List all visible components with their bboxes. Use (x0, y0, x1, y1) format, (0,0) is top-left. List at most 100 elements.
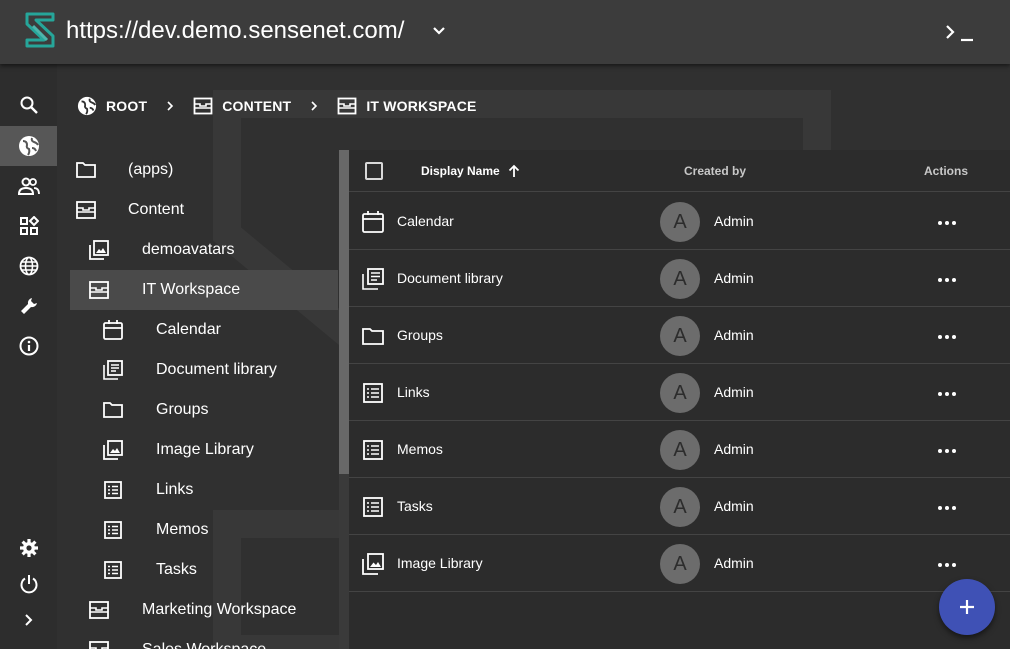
avatar[interactable]: A (660, 544, 700, 584)
rail-search[interactable] (0, 85, 57, 125)
chevron-down-icon[interactable] (430, 22, 448, 40)
column-label: Created by (684, 164, 747, 178)
table-row[interactable]: Memos A Admin (349, 421, 1010, 478)
table-row[interactable]: Links A Admin (349, 364, 1010, 421)
breadcrumb-label: ROOT (106, 98, 148, 114)
tree-scrollbar[interactable] (339, 150, 349, 649)
list-icon (104, 481, 122, 499)
language-icon (19, 256, 38, 276)
tree-item-label: Calendar (156, 321, 221, 338)
more-actions-icon[interactable] (935, 439, 959, 463)
table-row[interactable]: Groups A Admin (349, 307, 1010, 364)
more-actions-icon[interactable] (935, 268, 959, 292)
rail-content-types[interactable] (0, 206, 57, 246)
content-table: Display Name Created by Actions Calendar… (349, 150, 1010, 649)
select-all-checkbox[interactable] (365, 162, 383, 180)
info-icon (19, 336, 38, 356)
avatar[interactable]: A (660, 202, 700, 242)
rail-version-info[interactable] (0, 326, 57, 366)
tree-item[interactable]: Calendar (70, 310, 338, 350)
tree-item-label: Memos (156, 521, 209, 538)
sensenet-logo[interactable] (24, 12, 56, 48)
list-icon (363, 497, 383, 517)
workspace-icon (337, 97, 357, 115)
row-created-by: Admin (714, 270, 754, 286)
table-row[interactable]: Image Library A Admin (349, 535, 1010, 592)
avatar[interactable]: A (660, 316, 700, 356)
tree-item-label: Document library (156, 361, 277, 378)
folder-icon (103, 402, 123, 418)
tree-item[interactable]: Document library (70, 350, 338, 390)
row-display-name[interactable]: Image Library (397, 555, 483, 571)
table-row[interactable]: Calendar A Admin (349, 193, 1010, 250)
avatar[interactable]: A (660, 430, 700, 470)
workspace-icon (89, 601, 109, 619)
row-created-by: Admin (714, 441, 754, 457)
column-created-by[interactable]: Created by (684, 150, 746, 192)
row-display-name[interactable]: Document library (397, 270, 503, 286)
add-content-button[interactable] (939, 579, 995, 635)
row-display-name[interactable]: Tasks (397, 498, 433, 514)
more-actions-icon[interactable] (935, 382, 959, 406)
table-row[interactable]: Tasks A Admin (349, 478, 1010, 535)
row-display-name[interactable]: Calendar (397, 213, 454, 229)
more-actions-icon[interactable] (935, 211, 959, 235)
rail-logout[interactable] (0, 564, 57, 604)
more-actions-icon[interactable] (935, 496, 959, 520)
main-area: ROOT CONTENT IT WORKSPACE (apps) Content… (57, 64, 1010, 649)
table-header: Display Name Created by Actions (349, 150, 1010, 192)
tree-item-label: Content (128, 201, 185, 218)
document-library-icon (362, 268, 384, 290)
breadcrumb-it-workspace[interactable]: IT WORKSPACE (337, 97, 476, 115)
row-display-name[interactable]: Groups (397, 327, 443, 343)
tree-item[interactable]: Tasks (70, 550, 338, 590)
tree-item[interactable]: Marketing Workspace (70, 590, 338, 630)
row-display-name[interactable]: Links (397, 384, 430, 400)
tree-item-label: Links (156, 481, 194, 498)
rail-users[interactable] (0, 166, 57, 206)
column-label: Display Name (421, 164, 500, 178)
widgets-icon (19, 216, 39, 235)
column-display-name[interactable]: Display Name (421, 150, 521, 192)
row-created-by: Admin (714, 327, 754, 343)
more-actions-icon[interactable] (935, 325, 959, 349)
chevron-right-icon (311, 101, 318, 111)
tree-item[interactable]: Memos (70, 510, 338, 550)
globe-icon (18, 136, 39, 156)
avatar[interactable]: A (660, 373, 700, 413)
workspace-icon (89, 641, 109, 649)
repository-url[interactable]: https://dev.demo.sensenet.com/ (66, 17, 404, 45)
breadcrumb-root[interactable]: ROOT (77, 96, 147, 116)
avatar[interactable]: A (660, 259, 700, 299)
tree-item[interactable]: (apps) (70, 150, 338, 190)
breadcrumb-label: CONTENT (222, 98, 292, 114)
rail-localization[interactable] (0, 246, 57, 286)
rail-content[interactable] (0, 126, 57, 166)
rail-setup[interactable] (0, 286, 57, 326)
tree-item[interactable]: Links (70, 470, 338, 510)
rail-expand[interactable] (0, 600, 57, 640)
command-prompt-icon[interactable] (944, 20, 976, 44)
breadcrumb-content[interactable]: CONTENT (193, 97, 291, 115)
globe-icon (77, 96, 97, 116)
table-row[interactable]: Document library A Admin (349, 250, 1010, 307)
column-actions: Actions (924, 150, 968, 192)
row-created-by: Admin (714, 384, 754, 400)
tree-scrollbar-thumb[interactable] (339, 150, 349, 474)
tree-item[interactable]: demoavatars (70, 230, 338, 270)
list-icon (363, 383, 383, 403)
row-created-by: Admin (714, 555, 754, 571)
more-actions-icon[interactable] (935, 553, 959, 577)
navigation-rail (0, 64, 57, 649)
tree-item[interactable]: Image Library (70, 430, 338, 470)
tree-item[interactable]: IT Workspace (70, 270, 338, 310)
power-icon (20, 575, 37, 594)
row-display-name[interactable]: Memos (397, 441, 443, 457)
avatar[interactable]: A (660, 487, 700, 527)
workspace-icon (193, 97, 213, 115)
breadcrumb-label: IT WORKSPACE (366, 98, 477, 114)
rail-settings[interactable] (0, 528, 57, 568)
tree-item[interactable]: Groups (70, 390, 338, 430)
tree-item[interactable]: Content (70, 190, 338, 230)
tree-item[interactable]: Sales Workspace (70, 630, 338, 649)
